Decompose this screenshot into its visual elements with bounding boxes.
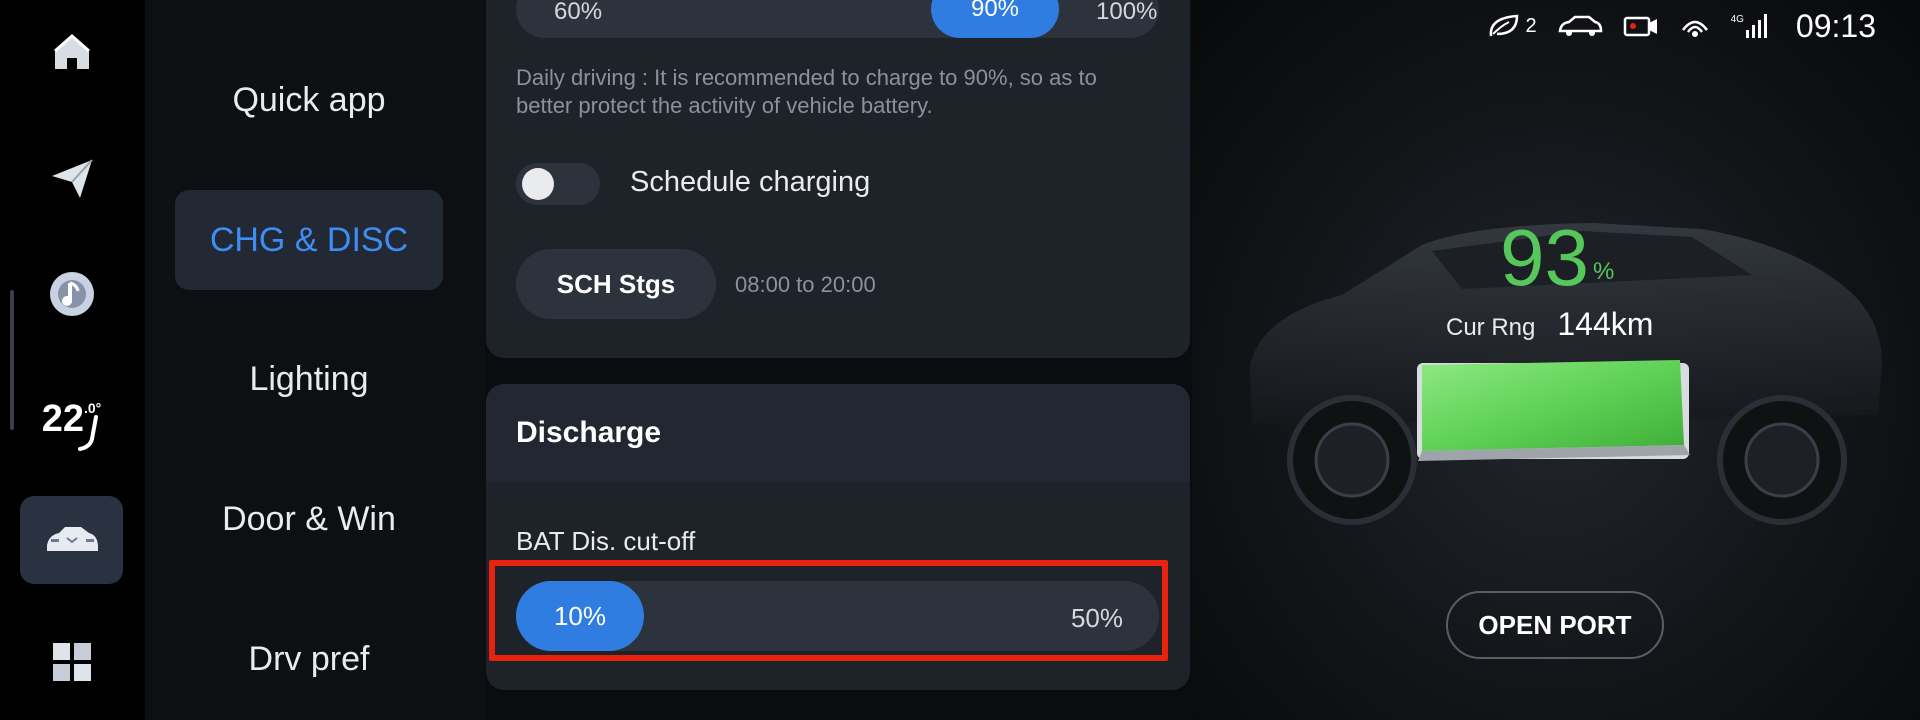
vehicle-status-area: 2 4G 09:13 93 % Cur Rng 144km OPEN PORT: [1192, 0, 1920, 720]
discharge-slider-thumb[interactable]: 10%: [516, 581, 644, 651]
leaf-icon: [1490, 14, 1519, 37]
settings-menu: Quick app CHG & DISC Lighting Door & Win…: [145, 0, 485, 720]
toggle-knob: [522, 168, 554, 200]
charge-hint-text: Daily driving : It is recommended to cha…: [516, 65, 1097, 118]
eco-leaf-status: 2: [1487, 12, 1537, 40]
charge-slider-thumb[interactable]: 90%: [931, 0, 1059, 38]
current-range: Cur Rng 144km: [1446, 306, 1653, 343]
discharge-title: Discharge: [516, 416, 662, 449]
home-icon: [53, 33, 90, 69]
network-type: 4G: [1730, 14, 1744, 25]
network-signal: 4G: [1731, 14, 1768, 38]
range-label: Cur Rng: [1446, 314, 1536, 341]
rail-vehicle[interactable]: [20, 496, 123, 584]
battery-percent-unit: %: [1592, 258, 1615, 285]
battery-percent-value: 93: [1500, 213, 1589, 302]
charge-slider-min: 60%: [554, 0, 603, 25]
rail-apps[interactable]: [20, 618, 123, 706]
navigation-icon: [51, 159, 93, 198]
icon-rail: 22.0°: [0, 0, 145, 720]
apps-grid-icon: [52, 643, 91, 681]
rail-home[interactable]: [20, 8, 123, 96]
schedule-time-range: 08:00 to 20:00: [735, 272, 876, 297]
wireless-icon: [1681, 20, 1708, 37]
bat-cutoff-label: BAT Dis. cut-off: [516, 526, 696, 556]
discharge-slider-max: 50%: [1070, 603, 1123, 633]
rail-scroll-indicator: [10, 290, 14, 430]
menu-item-chg-disc[interactable]: CHG & DISC: [175, 190, 443, 290]
schedule-charging-toggle[interactable]: [516, 163, 600, 205]
open-port-button[interactable]: OPEN PORT: [1446, 591, 1664, 659]
car-icon: [46, 527, 98, 551]
status-bar: 2 4G 09:13: [1487, 6, 1876, 46]
charge-limit-slider[interactable]: 60% 90% 100%: [516, 0, 1159, 38]
sch-settings-button[interactable]: SCH Stgs: [516, 249, 716, 319]
menu-item-quick-app[interactable]: Quick app: [175, 50, 443, 150]
rail-music[interactable]: [20, 250, 123, 338]
menu-item-drv-pref[interactable]: Drv pref: [175, 609, 443, 709]
battery-percent: 93 %: [1500, 212, 1614, 304]
dashcam-icon: [1623, 16, 1657, 37]
charge-slider-max: 100%: [1096, 0, 1158, 25]
charge-panel: 60% 90% 100% Daily driving : It is recom…: [486, 0, 1190, 358]
schedule-charging-label: Schedule charging: [630, 166, 871, 198]
eco-count: 2: [1525, 14, 1537, 37]
music-icon: [49, 272, 94, 316]
seat-icon: [78, 415, 98, 451]
discharge-cutoff-slider[interactable]: 10% 50%: [516, 581, 1159, 651]
range-value: 144km: [1557, 306, 1654, 342]
temp-decimal: .0°: [84, 399, 102, 416]
rail-climate[interactable]: 22.0°: [20, 375, 123, 463]
menu-item-lighting[interactable]: Lighting: [175, 329, 443, 429]
car-status-icon: [1558, 15, 1602, 36]
signal-bars-icon: [1745, 14, 1767, 38]
discharge-panel: Discharge BAT Dis. cut-off 10% 50%: [486, 384, 1190, 690]
menu-item-door-win[interactable]: Door & Win: [175, 469, 443, 569]
status-clock: 09:13: [1795, 7, 1876, 44]
rail-navigation[interactable]: [20, 134, 123, 222]
discharge-header: Discharge: [486, 384, 1190, 482]
